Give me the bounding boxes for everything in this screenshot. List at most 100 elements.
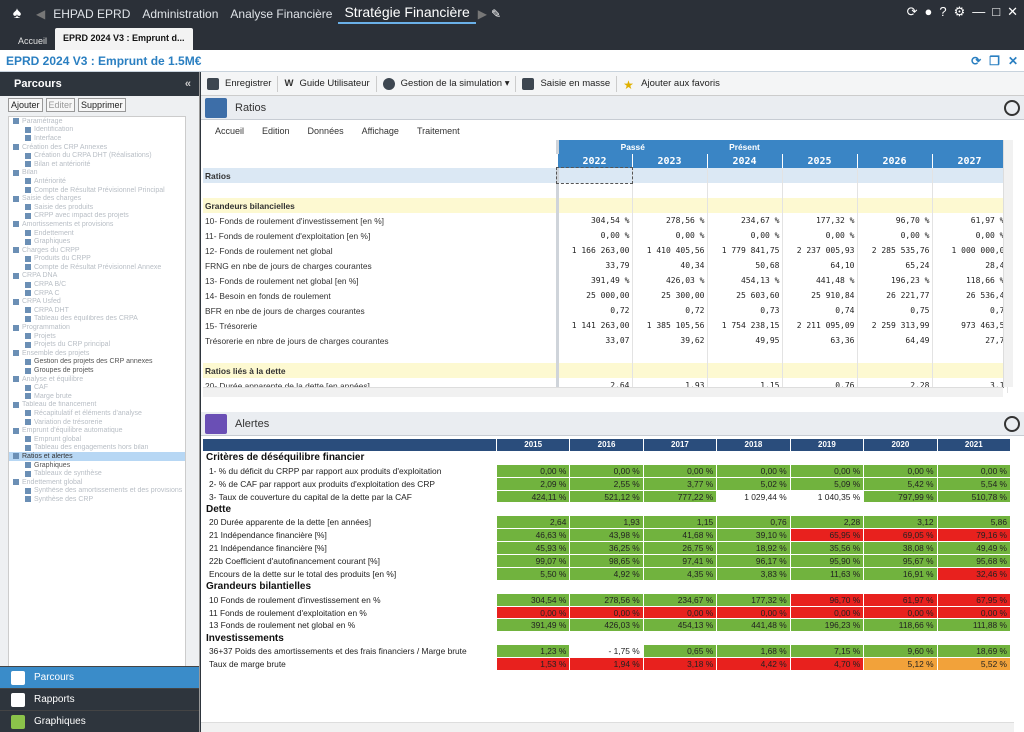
add-button[interactable]: Ajouter	[8, 98, 43, 112]
expand-alerts-icon[interactable]	[1004, 415, 1020, 432]
ratio-cell[interactable]: 0,73	[707, 303, 783, 318]
ratio-cell[interactable]	[932, 183, 1008, 198]
alertes-horizontal-scrollbar[interactable]	[201, 722, 1014, 732]
ratio-cell[interactable]	[932, 198, 1008, 213]
ratio-cell[interactable]	[857, 363, 933, 378]
tree-item[interactable]: CRPA Usfed	[9, 297, 185, 306]
ratio-cell[interactable]: 2 285 535,76	[857, 243, 933, 258]
nav-strategie-financiere[interactable]: Stratégie Financière	[338, 4, 476, 24]
ratio-cell[interactable]: 177,32 %	[782, 213, 858, 228]
ratio-cell[interactable]	[857, 198, 933, 213]
add-favorite-button[interactable]: ★ Ajouter aux favoris	[617, 76, 726, 92]
tab-accueil[interactable]: Accueil	[10, 36, 55, 50]
year-header[interactable]: 2024	[707, 154, 783, 168]
ratio-cell[interactable]: 0,00 %	[707, 228, 783, 243]
ratio-cell[interactable]: 1 385 105,56	[632, 318, 708, 333]
edit-icon[interactable]: ✎	[489, 7, 503, 21]
ratio-cell[interactable]: 27,7	[932, 333, 1008, 348]
ratio-cell[interactable]	[782, 168, 858, 183]
ratio-cell[interactable]	[782, 183, 858, 198]
tree-item[interactable]: Compte de Résultat Prévisionnel Principa…	[9, 186, 185, 195]
ribbon-tab-donnees[interactable]: Données	[308, 126, 344, 140]
minimize-icon[interactable]: —	[972, 4, 985, 20]
ratio-cell[interactable]	[557, 198, 633, 213]
back-icon[interactable]: ◀	[34, 7, 47, 21]
ratio-cell[interactable]: 2 211 095,09	[782, 318, 858, 333]
close-document-icon[interactable]: ✕	[1008, 54, 1018, 68]
ratio-cell[interactable]: 1 410 405,56	[632, 243, 708, 258]
ratio-cell[interactable]	[782, 363, 858, 378]
tree-item[interactable]: Programmation	[9, 323, 185, 332]
ratio-cell[interactable]: 25 603,60	[707, 288, 783, 303]
ratio-cell[interactable]: 1 779 841,75	[707, 243, 783, 258]
user-guide-button[interactable]: W Guide Utilisateur	[278, 75, 377, 92]
ratio-cell[interactable]: 454,13 %	[707, 273, 783, 288]
ratio-cell[interactable]	[857, 348, 933, 363]
ribbon-tab-accueil[interactable]: Accueil	[215, 126, 244, 140]
app-logo-icon[interactable]: ♠	[6, 3, 28, 25]
tree-item[interactable]: CRPA C	[9, 289, 185, 298]
close-icon[interactable]: ✕	[1007, 4, 1018, 20]
tab-eprd-2024[interactable]: EPRD 2024 V3 : Emprunt d...	[55, 28, 193, 50]
ratio-cell[interactable]: 50,68	[707, 258, 783, 273]
tree-item[interactable]: Charges du CRPP	[9, 246, 185, 255]
ratio-cell[interactable]	[632, 198, 708, 213]
year-header[interactable]: 2022	[557, 154, 633, 168]
tree-item[interactable]: Synthèse des amortissements et des provi…	[9, 487, 185, 496]
tree-item[interactable]: Produits du CRPP	[9, 255, 185, 264]
tree-item[interactable]: Amortissements et provisions	[9, 220, 185, 229]
tree-item[interactable]: Création des CRP Annexes	[9, 143, 185, 152]
ratio-cell[interactable]	[707, 168, 783, 183]
ratio-cell[interactable]	[707, 348, 783, 363]
ratio-cell[interactable]: 0,00 %	[857, 228, 933, 243]
ratio-cell[interactable]: 0,00 %	[782, 228, 858, 243]
tree-item[interactable]: Tableau des équilibres des CRPA	[9, 315, 185, 324]
ratio-cell[interactable]: 49,95	[707, 333, 783, 348]
tree-item[interactable]: Bilan et antériorité	[9, 160, 185, 169]
ratio-cell[interactable]: 0,72	[557, 303, 633, 318]
tree-item[interactable]: Marge brute	[9, 392, 185, 401]
ribbon-tab-edition[interactable]: Edition	[262, 126, 290, 140]
ratio-cell[interactable]: 39,62	[632, 333, 708, 348]
ratio-cell[interactable]: 65,24	[857, 258, 933, 273]
refresh-icon[interactable]: ⟳	[907, 4, 918, 20]
nav-rapports[interactable]: Rapports	[0, 688, 199, 710]
expand-icon[interactable]	[1004, 99, 1020, 116]
ratio-cell[interactable]: 33,07	[557, 333, 633, 348]
ratio-cell[interactable]	[632, 348, 708, 363]
ratio-cell[interactable]	[632, 168, 708, 183]
tree-item[interactable]: CAF	[9, 383, 185, 392]
tree-item[interactable]: Emprunt global	[9, 435, 185, 444]
tree-item[interactable]: Variation de trésorerie	[9, 418, 185, 427]
ratio-cell[interactable]	[857, 168, 933, 183]
ratio-cell[interactable]: 234,67 %	[707, 213, 783, 228]
ratio-cell[interactable]	[557, 348, 633, 363]
nav-graphiques[interactable]: Graphiques	[0, 710, 199, 732]
ratio-cell[interactable]: 25 000,00	[557, 288, 633, 303]
tree-item[interactable]: Récapitulatif et éléments d'analyse	[9, 409, 185, 418]
ratio-cell[interactable]: 28,4	[932, 258, 1008, 273]
ratio-cell[interactable]: 304,54 %	[557, 213, 633, 228]
tree-item[interactable]: Compte de Résultat Prévisionnel Annexe	[9, 263, 185, 272]
ratio-cell[interactable]: 0,00 %	[932, 228, 1008, 243]
edit-button[interactable]: Editer	[45, 98, 76, 112]
ratio-cell[interactable]: 0,75	[857, 303, 933, 318]
ribbon-tab-traitement[interactable]: Traitement	[417, 126, 460, 140]
ratio-cell[interactable]	[632, 363, 708, 378]
gear-icon[interactable]: ⚙	[954, 4, 966, 20]
ratio-cell[interactable]: 391,49 %	[557, 273, 633, 288]
nav-ehpad-eprd[interactable]: EHPAD EPRD	[47, 7, 136, 21]
tree-item[interactable]: CRPA DNA	[9, 272, 185, 281]
ratio-cell[interactable]	[782, 198, 858, 213]
ratio-cell[interactable]	[707, 183, 783, 198]
ratio-cell[interactable]	[632, 183, 708, 198]
tree-item[interactable]: Gestion des projets des CRP annexes	[9, 358, 185, 367]
ratio-cell[interactable]: 0,72	[632, 303, 708, 318]
ratio-cell[interactable]: 61,97 %	[932, 213, 1008, 228]
tree-item[interactable]: Ensemble des projets	[9, 349, 185, 358]
ratio-cell[interactable]	[556, 167, 633, 184]
ratio-cell[interactable]: 40,34	[632, 258, 708, 273]
ratio-cell[interactable]	[932, 168, 1008, 183]
tree-item[interactable]: Ratios et alertes	[9, 452, 185, 461]
tree-item[interactable]: Analyse et équilibre	[9, 375, 185, 384]
